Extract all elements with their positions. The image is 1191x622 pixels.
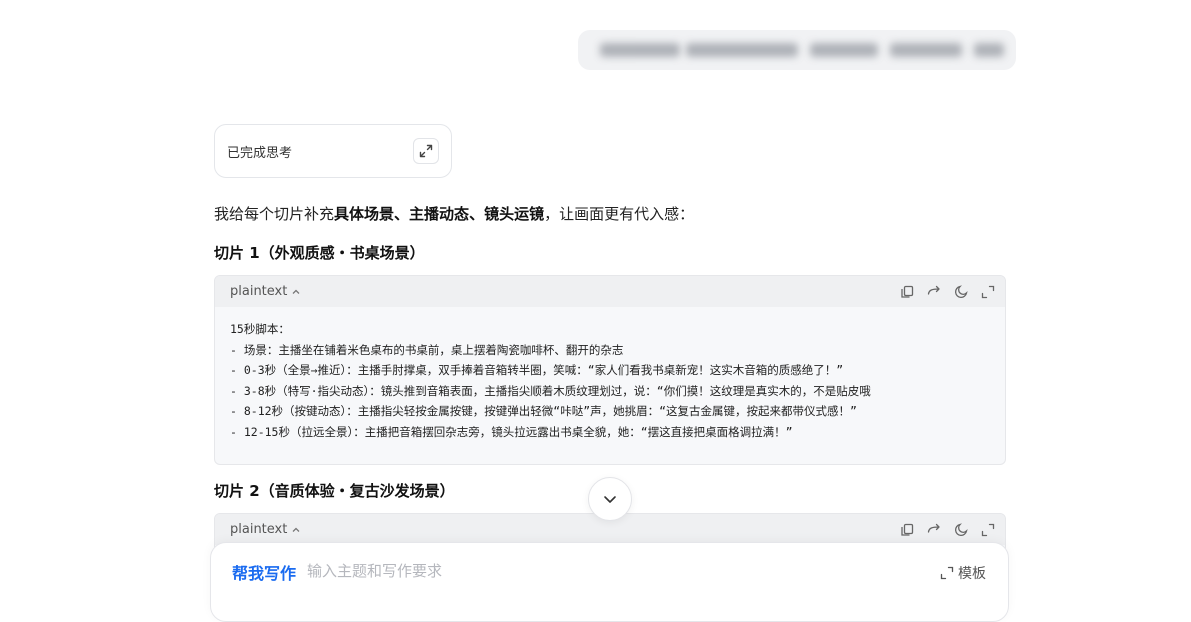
wrap-icon[interactable]	[927, 285, 941, 299]
code-lang-label: plaintext	[230, 284, 288, 299]
code-line: - 场景：主播坐在铺着米色桌布的书桌前，桌上摆着陶瓷咖啡杯、翻开的杂志	[230, 342, 624, 357]
intro-bold-scene: 具体场景	[334, 205, 395, 223]
wrap-icon[interactable]	[927, 523, 941, 537]
expand-icon	[940, 566, 954, 580]
chevron-down-icon	[604, 496, 616, 503]
blurred-text	[810, 43, 878, 57]
prompt-input[interactable]	[307, 559, 807, 583]
theme-icon[interactable]	[954, 284, 968, 299]
code-line: - 12-15秒（拉远全景）：主播把音箱摆回杂志旁，镜头拉远露出书桌全貌，她：“…	[230, 424, 793, 439]
code-line: - 3-8秒（特写·指尖动态）：镜头推到音箱表面，主播指尖顺着木质纹理划过，说：…	[230, 383, 871, 398]
composer-panel: 帮我写作 模板	[210, 542, 1009, 622]
blurred-text	[686, 43, 798, 57]
chevron-up-icon	[292, 527, 300, 532]
intro-separator: 、	[469, 205, 485, 223]
code-lang-toggle[interactable]: plaintext	[230, 284, 900, 299]
code-line: 15秒脚本：	[230, 322, 290, 336]
write-mode-label[interactable]: 帮我写作	[232, 560, 296, 584]
fullscreen-icon[interactable]	[981, 523, 995, 537]
slice-2-title: 切片 2（音质体验・复古沙发场景）	[214, 482, 455, 500]
copy-icon[interactable]	[900, 285, 914, 299]
template-button[interactable]: 模板	[940, 563, 986, 583]
code-header: plaintext	[215, 276, 1005, 307]
template-label: 模板	[958, 566, 986, 582]
expand-icon[interactable]	[413, 138, 439, 164]
copy-icon[interactable]	[900, 523, 914, 537]
intro-prefix: 我给每个切片补充	[214, 205, 335, 223]
code-lang-label: plaintext	[230, 522, 288, 537]
code-line: - 0-3秒（全景→推近）：主播手肘撑桌，双手捧着音箱转半圈，笑喊：“家人们看我…	[230, 363, 844, 377]
blurred-text	[600, 43, 680, 57]
code-line: - 8-12秒（按键动态）：主播指尖轻按金属按键，按键弹出轻微“咔哒”声，她挑眉…	[230, 404, 857, 418]
thinking-status-card: 已完成思考	[214, 124, 452, 178]
blurred-text	[974, 43, 1004, 57]
intro-bold-host: 主播动态	[409, 205, 470, 223]
chevron-up-icon	[292, 289, 300, 294]
blurred-text	[890, 43, 962, 57]
thinking-label: 已完成思考	[227, 145, 293, 161]
code-block-1: plaintext 15秒脚本： - 场景：主播坐在铺着米色桌布的书桌前，桌上摆着…	[214, 275, 1006, 465]
slice-1-title: 切片 1（外观质感・书桌场景）	[214, 244, 425, 262]
code-content: 15秒脚本： - 场景：主播坐在铺着米色桌布的书桌前，桌上摆着陶瓷咖啡杯、翻开的杂…	[215, 307, 1005, 442]
scroll-down-button[interactable]	[588, 477, 632, 521]
code-lang-toggle[interactable]: plaintext	[230, 522, 900, 537]
intro-suffix: ，让画面更有代入感：	[544, 205, 695, 223]
intro-bold-camera: 镜头运镜	[484, 205, 545, 223]
theme-icon[interactable]	[954, 522, 968, 537]
intro-separator: 、	[394, 205, 410, 223]
fullscreen-icon[interactable]	[981, 285, 995, 299]
intro-text: 我给每个切片补充具体场景、主播动态、镜头运镜，让画面更有代入感：	[214, 203, 694, 224]
user-message-bubble	[578, 30, 1016, 70]
